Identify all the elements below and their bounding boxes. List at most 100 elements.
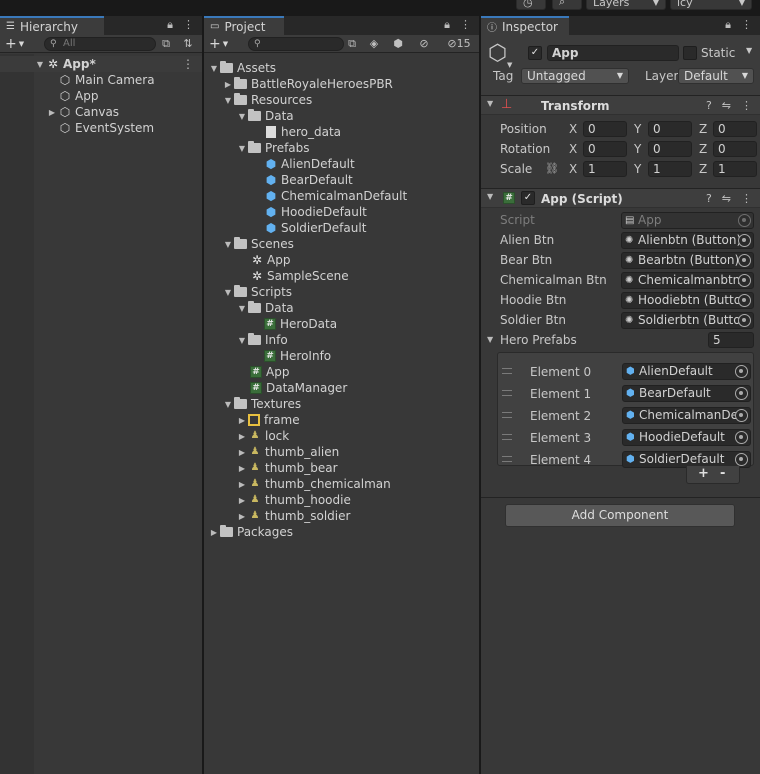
button-object-field[interactable]: ✺ Alienbtn (Button) bbox=[621, 232, 754, 249]
collapse-arrow-icon[interactable]: ▶ bbox=[236, 480, 248, 489]
project-item[interactable]: ⬢ SoldierDefault bbox=[204, 220, 479, 236]
project-item[interactable]: ▼ Data bbox=[204, 108, 479, 124]
project-item[interactable]: ⬢ ChemicalmanDefault bbox=[204, 188, 479, 204]
project-item[interactable]: ▶ Packages bbox=[204, 524, 479, 540]
drag-handle-icon[interactable] bbox=[502, 434, 512, 440]
lock-icon[interactable]: 🔒︎ bbox=[167, 18, 173, 32]
rotation-y-field[interactable]: 0 bbox=[648, 141, 692, 157]
position-z-field[interactable]: 0 bbox=[713, 121, 757, 137]
object-picker-icon[interactable] bbox=[738, 294, 751, 307]
expand-arrow-icon[interactable]: ▼ bbox=[236, 336, 248, 345]
app-script-header[interactable]: ▼ # ✓ App (Script) ? ⇋ ⋮ bbox=[481, 188, 760, 208]
more-icon[interactable]: ⋮ bbox=[460, 18, 471, 32]
create-button[interactable]: + ▼ bbox=[5, 36, 24, 52]
prefab-object-field[interactable]: ⬢ BearDefault bbox=[622, 385, 751, 402]
expand-arrow-icon[interactable]: ▼ bbox=[487, 335, 493, 344]
expand-arrow-icon[interactable]: ▼ bbox=[236, 112, 248, 121]
project-item[interactable]: ▶ ♟ thumb_alien bbox=[204, 444, 479, 460]
gameobject-icon[interactable]: ⬡ bbox=[488, 41, 507, 66]
project-item[interactable]: ✲ App bbox=[204, 252, 479, 268]
collapse-arrow-icon[interactable]: ▶ bbox=[236, 416, 248, 425]
project-item[interactable]: ▶ ♟ lock bbox=[204, 428, 479, 444]
search-button[interactable]: ⌕ bbox=[552, 0, 582, 10]
object-picker-icon[interactable] bbox=[735, 387, 748, 400]
project-item[interactable]: ▼ Assets bbox=[204, 60, 479, 76]
scale-x-field[interactable]: 1 bbox=[583, 161, 627, 177]
drag-handle-icon[interactable] bbox=[502, 456, 512, 462]
tab-project[interactable]: ▭ Project bbox=[204, 16, 284, 35]
tab-hierarchy[interactable]: ☰ Hierarchy bbox=[0, 16, 104, 35]
scale-z-field[interactable]: 1 bbox=[713, 161, 757, 177]
object-picker-icon[interactable] bbox=[738, 234, 751, 247]
button-object-field[interactable]: ✺ Soldierbtn (Butto bbox=[621, 312, 754, 329]
scale-y-field[interactable]: 1 bbox=[648, 161, 692, 177]
search-filter-icon[interactable]: ⧉ bbox=[344, 37, 360, 51]
presets-icon[interactable]: ⇋ bbox=[722, 192, 731, 205]
object-picker-icon[interactable] bbox=[738, 274, 751, 287]
hierarchy-item-app[interactable]: ⬡ App bbox=[0, 88, 202, 104]
prefab-object-field[interactable]: ⬢ ChemicalmanDe bbox=[622, 407, 751, 424]
collapse-arrow-icon[interactable]: ▶ bbox=[236, 512, 248, 521]
collapse-arrow-icon[interactable]: ▶ bbox=[236, 496, 248, 505]
project-item[interactable]: ▼ Prefabs bbox=[204, 140, 479, 156]
more-icon[interactable]: ⋮ bbox=[741, 18, 752, 32]
project-search-input[interactable]: ⚲ bbox=[248, 37, 344, 51]
button-object-field[interactable]: ✺ Bearbtn (Button) bbox=[621, 252, 754, 269]
constrain-proportions-icon[interactable]: ⛓ bbox=[545, 162, 559, 175]
project-item[interactable]: ▶ ♟ thumb_bear bbox=[204, 460, 479, 476]
expand-arrow-icon[interactable]: ▼ bbox=[222, 288, 234, 297]
filter-by-type-icon[interactable]: ◈ bbox=[366, 37, 382, 51]
layout-dropdown[interactable]: icy ▼ bbox=[670, 0, 752, 10]
sort-icon[interactable]: ⇅ bbox=[180, 37, 196, 51]
help-icon[interactable]: ? bbox=[706, 99, 712, 112]
create-button[interactable]: + ▼ bbox=[209, 36, 228, 52]
collapse-arrow-icon[interactable]: ▶ bbox=[46, 108, 58, 117]
x-axis-label[interactable]: X bbox=[569, 162, 577, 176]
expand-arrow-icon[interactable]: ▼ bbox=[236, 144, 248, 153]
hidden-packages-toggle[interactable]: ⊘15 bbox=[442, 37, 476, 51]
presets-icon[interactable]: ⇋ bbox=[722, 99, 731, 112]
hierarchy-item-main-camera[interactable]: ⬡ Main Camera bbox=[0, 72, 202, 88]
layer-dropdown[interactable]: Default ▼ bbox=[678, 68, 754, 84]
project-item[interactable]: hero_data bbox=[204, 124, 479, 140]
console-error-icon[interactable]: ⊘ bbox=[416, 37, 432, 51]
z-axis-label[interactable]: Z bbox=[699, 122, 707, 136]
expand-arrow-icon[interactable]: ▼ bbox=[34, 60, 46, 69]
tab-inspector[interactable]: ⓘ Inspector bbox=[481, 16, 569, 35]
rotation-x-field[interactable]: 0 bbox=[583, 141, 627, 157]
position-y-field[interactable]: 0 bbox=[648, 121, 692, 137]
collapse-arrow-icon[interactable]: ▶ bbox=[236, 432, 248, 441]
project-item[interactable]: ▶ ♟ thumb_hoodie bbox=[204, 492, 479, 508]
expand-arrow-icon[interactable]: ▼ bbox=[487, 99, 493, 108]
project-item[interactable]: ⬢ HoodieDefault bbox=[204, 204, 479, 220]
collapse-arrow-icon[interactable]: ▶ bbox=[208, 528, 220, 537]
expand-arrow-icon[interactable]: ▼ bbox=[208, 64, 220, 73]
expand-arrow-icon[interactable]: ▼ bbox=[222, 240, 234, 249]
object-name-field[interactable]: App bbox=[547, 45, 679, 61]
hierarchy-item-eventsystem[interactable]: ⬡ EventSystem bbox=[0, 120, 202, 136]
add-element-button[interactable]: + bbox=[698, 466, 709, 481]
lock-icon[interactable]: 🔒︎ bbox=[444, 18, 450, 32]
transform-header[interactable]: ▼ ⊥ Transform ? ⇋ ⋮ bbox=[481, 95, 760, 115]
scene-row[interactable]: ▼ ✲ App* ⋮ bbox=[0, 56, 202, 72]
drag-handle-icon[interactable] bbox=[502, 412, 512, 418]
button-object-field[interactable]: ✺ Chemicalmanbtn bbox=[621, 272, 754, 289]
active-checkbox[interactable]: ✓ bbox=[528, 46, 542, 60]
script-enabled-checkbox[interactable]: ✓ bbox=[521, 191, 535, 205]
project-item[interactable]: # HeroData bbox=[204, 316, 479, 332]
button-object-field[interactable]: ✺ Hoodiebtn (Butto bbox=[621, 292, 754, 309]
y-axis-label[interactable]: Y bbox=[634, 122, 641, 136]
expand-arrow-icon[interactable]: ▼ bbox=[222, 96, 234, 105]
project-item[interactable]: ⬢ BearDefault bbox=[204, 172, 479, 188]
hierarchy-item-canvas[interactable]: ▶ ⬡ Canvas bbox=[0, 104, 202, 120]
add-component-button[interactable]: Add Component bbox=[505, 504, 735, 527]
more-icon[interactable]: ⋮ bbox=[183, 18, 194, 32]
expand-arrow-icon[interactable]: ▼ bbox=[236, 304, 248, 313]
z-axis-label[interactable]: Z bbox=[699, 162, 707, 176]
project-item[interactable]: ✲ SampleScene bbox=[204, 268, 479, 284]
object-picker-icon[interactable] bbox=[735, 409, 748, 422]
collapse-arrow-icon[interactable]: ▶ bbox=[236, 448, 248, 457]
layers-dropdown[interactable]: Layers ▼ bbox=[586, 0, 666, 10]
lock-icon[interactable]: 🔒︎ bbox=[725, 18, 731, 32]
static-checkbox[interactable] bbox=[683, 46, 697, 60]
